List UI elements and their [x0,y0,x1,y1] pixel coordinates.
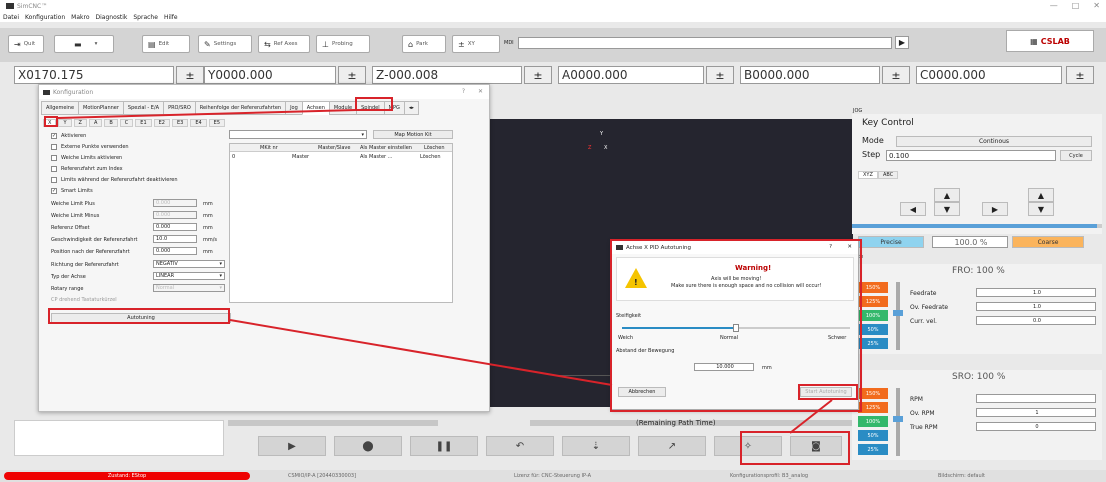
arrow-autotuning-to-pid [229,319,613,386]
arrow-start-to-button [789,399,833,434]
arrow-achsen-to-x [57,109,357,119]
annotation-arrows [57,109,833,434]
